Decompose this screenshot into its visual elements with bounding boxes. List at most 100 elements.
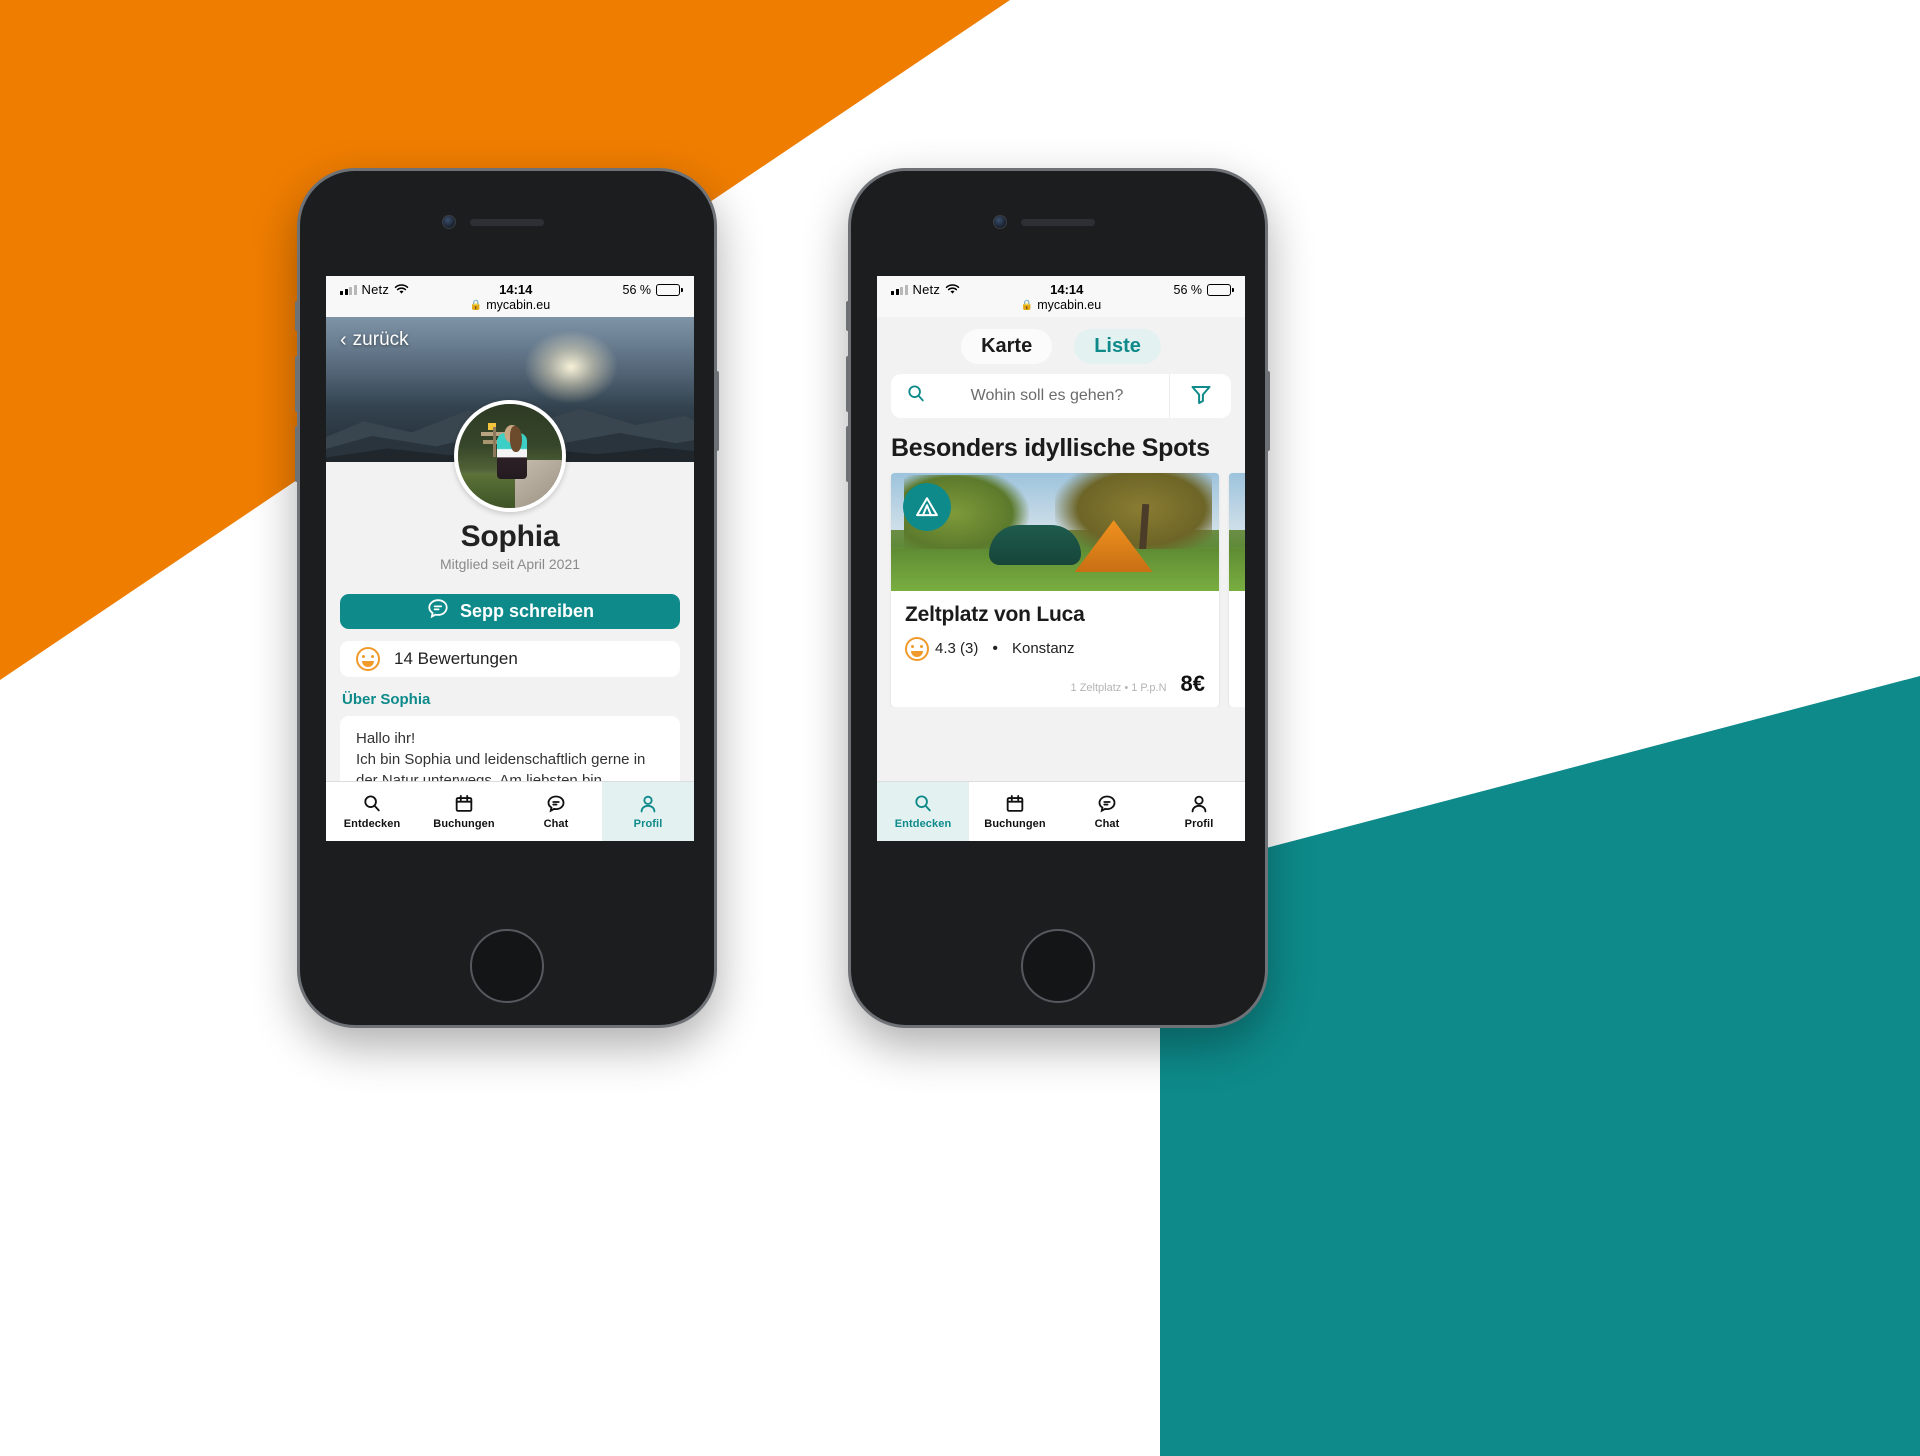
- send-message-button[interactable]: Sepp schreiben: [340, 594, 680, 630]
- spot-title: Zeltplatz von Luca: [905, 603, 1085, 626]
- tab-label: Profil: [633, 818, 663, 830]
- page-title: Sophia: [460, 520, 560, 553]
- reviews-row[interactable]: 14 Bewertungen: [340, 641, 680, 677]
- url-text: mycabin.eu: [1037, 298, 1102, 312]
- status-time: 14:14: [499, 282, 533, 297]
- tab-entdecken[interactable]: Entdecken: [877, 782, 969, 841]
- smiley-face-icon: [356, 647, 380, 672]
- status-time: 14:14: [1050, 282, 1084, 297]
- section-title: Besonders idyllische Spots: [891, 434, 1210, 462]
- background-shape-teal: [1160, 676, 1920, 1456]
- calendar-icon: [1006, 795, 1024, 812]
- battery-percent: 56 %: [622, 282, 652, 297]
- about-section-heading: Über Sophia: [342, 690, 431, 708]
- tab-karte[interactable]: Karte: [961, 329, 1053, 364]
- url-text: mycabin.eu: [486, 298, 551, 312]
- home-button[interactable]: [1021, 929, 1095, 1003]
- search-icon: [915, 795, 931, 812]
- spot-card-next-peek[interactable]: [1229, 473, 1245, 707]
- volume-down-button: [846, 426, 850, 482]
- home-button[interactable]: [470, 929, 544, 1003]
- filter-button[interactable]: [1169, 374, 1231, 418]
- reviews-label: 14 Bewertungen: [394, 649, 518, 669]
- search-row: Wohin soll es gehen?: [891, 374, 1231, 418]
- tab-chat[interactable]: Chat: [510, 782, 602, 841]
- tab-profil[interactable]: Profil: [1153, 782, 1245, 841]
- wifi-icon: [945, 284, 960, 295]
- separator-dot: •: [992, 639, 998, 657]
- power-button: [715, 371, 719, 451]
- battery-icon: [656, 283, 683, 296]
- chevron-left-icon: ‹: [340, 329, 347, 351]
- volume-down-button: [295, 426, 299, 482]
- bottom-tab-bar-right: Entdecken Buchungen Chat Profil: [877, 781, 1245, 841]
- person-icon: [1191, 795, 1207, 813]
- chat-bubble-icon: [426, 597, 450, 626]
- volume-up-button: [846, 356, 850, 412]
- phone-mockup-left: Netz 14:14 56 % 🔒 mycabin.eu ‹ zurück So…: [295, 168, 719, 1028]
- screen-left: Netz 14:14 56 % 🔒 mycabin.eu ‹ zurück So…: [326, 276, 694, 841]
- search-input[interactable]: Wohin soll es gehen?: [891, 374, 1169, 418]
- ios-status-bar: Netz 14:14 56 % 🔒 mycabin.eu: [326, 276, 694, 317]
- mute-switch: [295, 301, 299, 331]
- earpiece-speaker: [1021, 219, 1095, 226]
- back-button-label: zurück: [352, 329, 409, 350]
- chat-bubble-icon: [547, 795, 565, 813]
- browser-url-bar[interactable]: 🔒 mycabin.eu: [340, 297, 680, 317]
- search-placeholder: Wohin soll es gehen?: [970, 387, 1124, 404]
- send-message-label: Sepp schreiben: [459, 601, 595, 622]
- spot-card[interactable]: Zeltplatz von Luca 4.3 (3) • Konstanz 1 …: [891, 473, 1219, 707]
- spot-location: Konstanz: [1011, 640, 1075, 658]
- spot-rating: 4.3 (3): [935, 640, 979, 658]
- back-button[interactable]: ‹ zurück: [340, 329, 409, 351]
- tab-buchungen[interactable]: Buchungen: [418, 782, 510, 841]
- tab-label: Profil: [1184, 818, 1214, 830]
- filter-funnel-icon: [1189, 382, 1213, 411]
- spot-meta: 4.3 (3) • Konstanz: [905, 636, 1205, 661]
- calendar-icon: [455, 795, 473, 812]
- volume-up-button: [295, 356, 299, 412]
- spot-card-body: Zeltplatz von Luca 4.3 (3) • Konstanz 1 …: [891, 591, 1219, 707]
- lock-icon: 🔒: [469, 299, 483, 311]
- spot-price-row: 1 Zeltplatz • 1 P.p.N 8€: [905, 671, 1205, 697]
- smiley-face-icon: [905, 636, 929, 661]
- tab-profil[interactable]: Profil: [602, 782, 694, 841]
- cellular-signal-icon: [340, 284, 357, 295]
- price-note: 1 Zeltplatz • 1 P.p.N: [1070, 681, 1167, 694]
- search-icon: [364, 795, 380, 812]
- tent-icon: [903, 483, 951, 531]
- cover-sun: [524, 331, 617, 403]
- tab-entdecken[interactable]: Entdecken: [326, 782, 418, 841]
- tab-label: Chat: [1094, 818, 1120, 830]
- cellular-signal-icon: [891, 284, 908, 295]
- tab-label: Entdecken: [894, 818, 952, 830]
- tab-label: Chat: [543, 818, 569, 830]
- phone-mockup-right: Netz 14:14 56 % 🔒 mycabin.eu Karte Liste…: [846, 168, 1270, 1028]
- profile-header: Sophia Mitglied seit April 2021: [326, 400, 694, 580]
- tab-chat[interactable]: Chat: [1061, 782, 1153, 841]
- carrier-label: Netz: [361, 282, 390, 297]
- wifi-icon: [394, 284, 409, 295]
- view-mode-segmented-control: Karte Liste: [877, 317, 1245, 374]
- about-bio-text: Hallo ihr! Ich bin Sophia und leidenscha…: [340, 715, 680, 781]
- tab-buchungen[interactable]: Buchungen: [969, 782, 1061, 841]
- tab-label: Buchungen: [433, 818, 495, 830]
- tab-label: Entdecken: [343, 818, 401, 830]
- lock-icon: 🔒: [1020, 299, 1034, 311]
- earpiece-speaker: [470, 219, 544, 226]
- battery-percent: 56 %: [1173, 282, 1203, 297]
- spot-photo: [891, 473, 1219, 591]
- ios-status-bar: Netz 14:14 56 % 🔒 mycabin.eu: [877, 276, 1245, 317]
- content-spacer: [877, 706, 1245, 781]
- bottom-tab-bar-left: Entdecken Buchungen Chat Profil: [326, 781, 694, 841]
- power-button: [1266, 371, 1270, 451]
- tab-liste[interactable]: Liste: [1074, 329, 1161, 364]
- tab-label: Buchungen: [984, 818, 1046, 830]
- avatar: [454, 400, 566, 512]
- spot-cards-carousel[interactable]: Zeltplatz von Luca 4.3 (3) • Konstanz 1 …: [877, 473, 1245, 707]
- chat-bubble-icon: [1098, 795, 1116, 813]
- battery-icon: [1207, 283, 1234, 296]
- browser-url-bar[interactable]: 🔒 mycabin.eu: [891, 297, 1231, 317]
- front-camera: [993, 215, 1007, 229]
- person-icon: [640, 795, 656, 813]
